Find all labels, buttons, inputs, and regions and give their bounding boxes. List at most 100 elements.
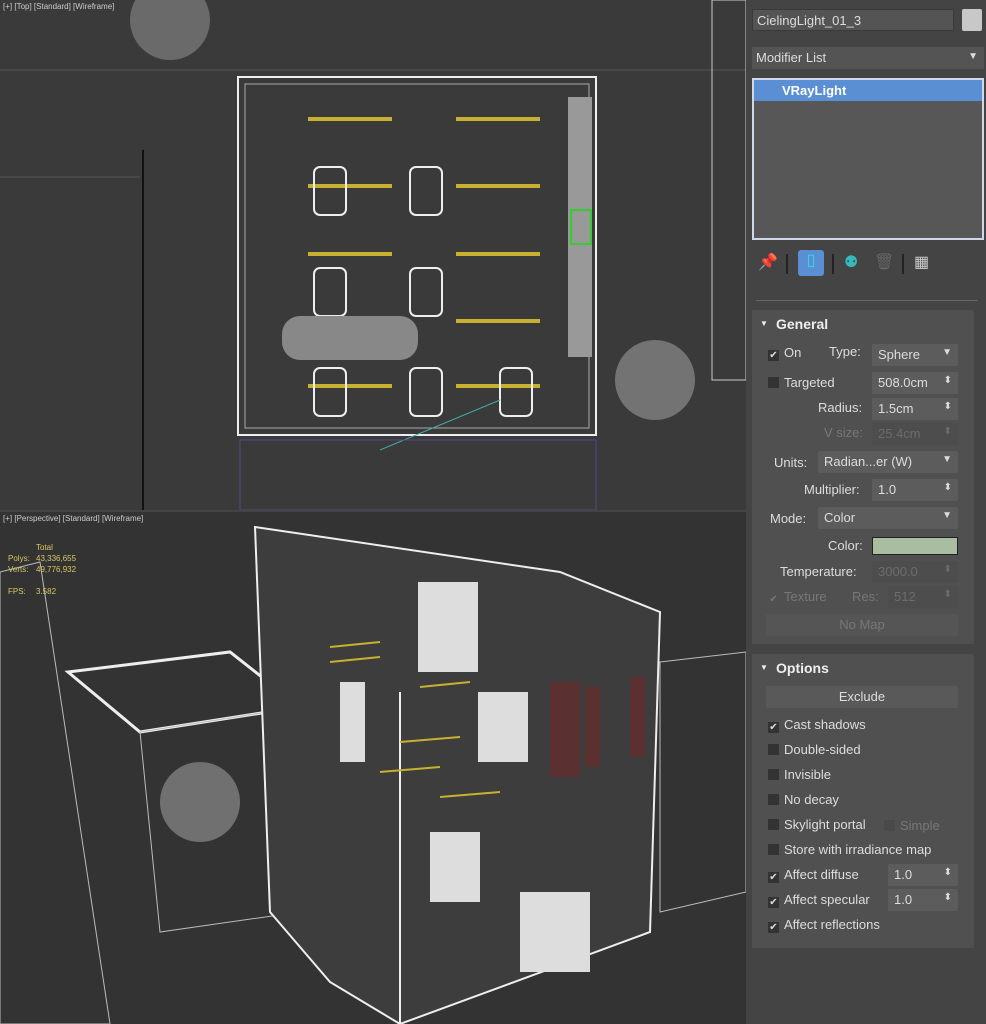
general-rollout-header[interactable]: General bbox=[752, 310, 974, 338]
checkbox-icon: ✔ bbox=[768, 872, 779, 883]
option-affect-reflections-checkbox[interactable]: ✔ Affect reflections bbox=[768, 917, 880, 933]
command-panel: CielingLight_01_3 Modifier List ▼ VRayLig… bbox=[748, 0, 986, 1024]
exclude-button[interactable]: Exclude bbox=[766, 686, 958, 708]
modifier-list-label: Modifier List bbox=[756, 50, 827, 65]
floor-plan-wireframe bbox=[0, 0, 746, 510]
checkbox-icon bbox=[768, 744, 779, 755]
option-skylight-portal-checkbox[interactable]: Skylight portal bbox=[768, 817, 866, 832]
no-map-button: No Map bbox=[766, 614, 958, 636]
option-value-spinner[interactable]: 1.0 ⬍ bbox=[888, 864, 958, 886]
temperature-label: Temperature: bbox=[780, 564, 857, 579]
texture-checkbox: ✔ Texture bbox=[769, 589, 827, 605]
option-cast-shadows-checkbox[interactable]: ✔ Cast shadows bbox=[768, 717, 866, 733]
show-end-result-icon[interactable]: ▯ bbox=[798, 250, 824, 276]
checkbox-icon bbox=[768, 769, 779, 780]
option-double-sided-checkbox[interactable]: Double-sided bbox=[768, 742, 861, 757]
multiplier-spinner[interactable]: 1.0 ⬍ bbox=[872, 479, 958, 501]
vsize-value: 25.4cm bbox=[878, 426, 921, 441]
type-value: Sphere bbox=[878, 347, 920, 362]
viewport-label[interactable]: [+] [Perspective] [Standard] [Wireframe] bbox=[3, 514, 143, 523]
fps-value: 3.582 bbox=[36, 587, 57, 596]
option-value: 1.0 bbox=[894, 867, 913, 882]
options-rollout: Options Exclude ✔ Cast shadows Double-side… bbox=[752, 654, 974, 948]
simple-label: Simple bbox=[900, 818, 940, 833]
option-label: No decay bbox=[784, 792, 839, 807]
targeted-checkbox[interactable]: Targeted bbox=[768, 375, 835, 390]
option-invisible-checkbox[interactable]: Invisible bbox=[768, 767, 831, 782]
mode-dropdown[interactable]: Color ▼ bbox=[818, 507, 958, 529]
type-label: Type: bbox=[829, 344, 861, 359]
configure-sets-icon[interactable]: ▦ bbox=[914, 252, 929, 272]
type-dropdown[interactable]: Sphere ▼ bbox=[872, 344, 958, 366]
multiplier-value: 1.0 bbox=[878, 482, 897, 497]
polys-value: 43,336,655 bbox=[36, 554, 77, 563]
res-label: Res: bbox=[852, 589, 879, 604]
units-dropdown[interactable]: Radian...er (W) ▼ bbox=[818, 451, 958, 473]
units-value: Radian...er (W) bbox=[824, 454, 913, 469]
stats-header: Total bbox=[36, 543, 53, 552]
res-value: 512 bbox=[894, 589, 916, 604]
radius-value: 1.5cm bbox=[878, 401, 914, 416]
simple-checkbox: Simple bbox=[884, 818, 940, 833]
option-label: Invisible bbox=[784, 767, 831, 782]
polys-label: Polys: bbox=[8, 554, 30, 563]
trash-icon[interactable]: 🗑 bbox=[874, 252, 894, 272]
building-wireframe bbox=[0, 525, 746, 1024]
light-color-swatch[interactable] bbox=[872, 537, 958, 555]
option-label: Cast shadows bbox=[784, 717, 866, 732]
temperature-value: 3000.0 bbox=[878, 564, 918, 579]
general-rollout: General ✔On Type: Sphere▼ Targeted 508.0… bbox=[752, 310, 974, 644]
target-distance-value: 508.0cm bbox=[878, 375, 928, 390]
stack-toolbar: 📌 ▯ ⚉ 🗑 ▦ bbox=[756, 250, 976, 278]
options-rollout-header[interactable]: Options bbox=[752, 654, 974, 682]
vsize-label: V size: bbox=[824, 425, 864, 440]
modifier-stack[interactable]: VRayLight bbox=[752, 78, 984, 240]
checkbox-icon bbox=[768, 794, 779, 805]
stack-item-vraylight[interactable]: VRayLight bbox=[754, 80, 982, 101]
option-value: 1.0 bbox=[894, 892, 913, 907]
fps-label: FPS: bbox=[8, 587, 26, 596]
option-label: Store with irradiance map bbox=[784, 842, 932, 857]
option-label: Affect reflections bbox=[784, 917, 880, 932]
radius-spinner[interactable]: 1.5cm ⬍ bbox=[872, 398, 958, 420]
color-label: Color: bbox=[828, 538, 863, 553]
checkbox-icon: ✔ bbox=[768, 897, 779, 908]
option-store-with-irradiance-map-checkbox[interactable]: Store with irradiance map bbox=[768, 842, 931, 857]
perspective-viewport[interactable]: [+] [Perspective] [Standard] [Wireframe]… bbox=[0, 512, 746, 1024]
viewport-label[interactable]: [+] [Top] [Standard] [Wireframe] bbox=[3, 2, 114, 11]
on-checkbox[interactable]: ✔ On bbox=[768, 345, 801, 361]
option-value-spinner[interactable]: 1.0 ⬍ bbox=[888, 889, 958, 911]
option-affect-specular-checkbox[interactable]: ✔ Affect specular bbox=[768, 892, 870, 908]
vsize-spinner: 25.4cm ⬍ bbox=[872, 423, 958, 445]
top-viewport[interactable]: [+] [Top] [Standard] [Wireframe] bbox=[0, 0, 746, 510]
object-name-field[interactable]: CielingLight_01_3 bbox=[752, 9, 954, 31]
option-affect-diffuse-checkbox[interactable]: ✔ Affect diffuse bbox=[768, 867, 859, 883]
checkbox-icon: ✔ bbox=[768, 922, 779, 933]
modifier-list-dropdown[interactable]: Modifier List ▼ bbox=[752, 47, 984, 69]
multiplier-label: Multiplier: bbox=[804, 482, 860, 497]
temperature-spinner: 3000.0 ⬍ bbox=[872, 561, 958, 583]
option-label: Affect specular bbox=[784, 892, 870, 907]
chevron-down-icon: ▼ bbox=[968, 51, 978, 62]
option-label: Skylight portal bbox=[784, 817, 866, 832]
res-spinner: 512 ⬍ bbox=[888, 586, 958, 608]
pin-stack-icon[interactable]: 📌 bbox=[758, 252, 778, 272]
option-label: Affect diffuse bbox=[784, 867, 859, 882]
texture-label: Texture bbox=[784, 589, 827, 604]
checkbox-icon bbox=[768, 819, 779, 830]
option-label: Double-sided bbox=[784, 742, 861, 757]
panel-divider[interactable] bbox=[756, 300, 978, 301]
target-distance-spinner[interactable]: 508.0cm ⬍ bbox=[872, 372, 958, 394]
mode-label: Mode: bbox=[770, 511, 807, 526]
on-label: On bbox=[784, 345, 802, 360]
object-color-swatch[interactable] bbox=[962, 9, 982, 31]
mode-value: Color bbox=[824, 510, 856, 525]
units-label: Units: bbox=[774, 455, 808, 470]
checkbox-icon bbox=[768, 844, 779, 855]
scene-statistics: Total Polys: 43,336,655 Verts: 49,776,932 … bbox=[8, 542, 76, 597]
checkbox-icon: ✔ bbox=[768, 722, 779, 733]
make-unique-icon[interactable]: ⚉ bbox=[844, 252, 858, 272]
option-no-decay-checkbox[interactable]: No decay bbox=[768, 792, 839, 807]
targeted-label: Targeted bbox=[784, 375, 835, 390]
verts-label: Verts: bbox=[8, 565, 29, 574]
